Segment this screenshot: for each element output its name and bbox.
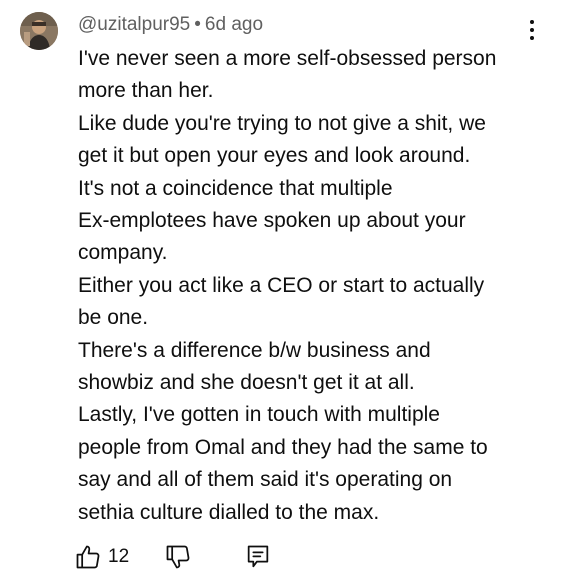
more-options-button[interactable] [522, 16, 542, 44]
more-vertical-icon [530, 20, 534, 24]
more-vertical-icon [530, 36, 534, 40]
reply-comment-icon [247, 545, 269, 568]
comment-timestamp[interactable]: 6d ago [205, 14, 263, 35]
like-button[interactable]: 12 [74, 542, 129, 572]
comment-line: There's a difference b/w business and [78, 338, 431, 362]
comment-card: @uzitalpur95 • 6d ago I've never seen a mo… [0, 0, 570, 587]
comment-line: sethia culture dialled to the max. [78, 500, 380, 524]
comment-line: say and all of them said it's operating … [78, 468, 453, 492]
avatar[interactable] [20, 12, 58, 50]
comment-line: Lastly, I've gotten in touch with multip… [78, 403, 440, 427]
comment-line: Like dude you're trying to not give a sh… [78, 111, 486, 135]
comment-actions: 12 [0, 540, 570, 576]
more-vertical-icon [530, 28, 534, 32]
meta-separator: • [194, 14, 201, 35]
comment-line: Either you act like a CEO or start to ac… [78, 273, 485, 297]
comment-header: @uzitalpur95 • 6d ago [78, 13, 263, 37]
comment-line: I've never seen a more self-obsessed per… [78, 47, 497, 70]
comment-line: It's not a coincidence that multiple [78, 176, 393, 200]
comment-body: I've never seen a more self-obsessed per… [78, 43, 548, 529]
like-count: 12 [108, 546, 130, 567]
author-name[interactable]: @uzitalpur95 [78, 14, 190, 35]
comment-line: Ex-emplotees have spoken up about your [78, 209, 466, 233]
thumbs-up-icon [76, 545, 100, 569]
comment-line: showbiz and she doesn't get it at all. [78, 371, 415, 395]
dislike-button[interactable] [163, 542, 193, 572]
avatar-image [20, 12, 58, 50]
thumbs-down-icon [166, 545, 190, 569]
comment-line: get it but open your eyes and look aroun… [78, 144, 471, 168]
comment-line: more than her. [78, 79, 214, 103]
reply-button[interactable] [243, 542, 273, 572]
comment-line: people from Omal and they had the same t… [78, 435, 488, 459]
comment-line: company. [78, 241, 168, 265]
comment-line: be one. [78, 306, 149, 330]
